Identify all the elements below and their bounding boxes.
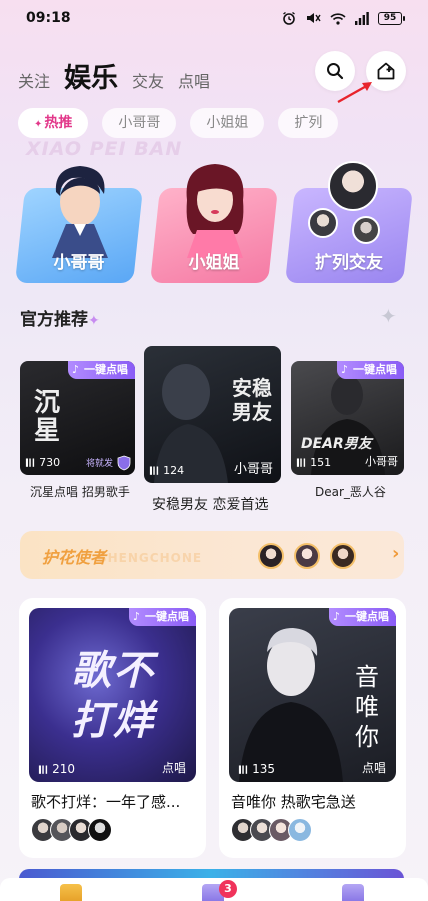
tab-entertainment[interactable]: 娱乐 bbox=[64, 56, 118, 95]
category-girls-card[interactable]: 小姐姐 bbox=[150, 164, 278, 283]
official-room-name[interactable]: 沉星点唱 招男歌手 bbox=[30, 483, 130, 500]
room-type-tag: 点唱 bbox=[361, 761, 386, 775]
red-arrow-annotation bbox=[337, 82, 372, 104]
status-icons: 95 bbox=[282, 11, 405, 25]
listener-count: 135 bbox=[239, 762, 275, 776]
room-cover: 音唯你 一键点唱 135 点唱 bbox=[229, 608, 396, 782]
category-expand-card[interactable]: 扩列交友 bbox=[285, 161, 413, 283]
tab-sing[interactable]: 点唱 bbox=[178, 68, 210, 92]
room-host-tag: 小哥哥 bbox=[365, 455, 398, 468]
room-art-text: DEAR男友 bbox=[301, 436, 372, 452]
room-art-text: 沉星 bbox=[34, 388, 61, 446]
category-boys-card[interactable]: 小哥哥 bbox=[15, 166, 143, 283]
guardian-title: 护花使者 bbox=[42, 548, 107, 567]
one-key-sing-badge: 一键点唱 bbox=[129, 608, 196, 626]
expand-avatar-large bbox=[328, 161, 378, 211]
chevron-right-icon: › bbox=[392, 543, 400, 564]
room-art-text: 音唯你 bbox=[355, 663, 379, 751]
listener-count: 124 bbox=[150, 464, 184, 477]
guardian-avatar bbox=[258, 543, 284, 569]
room-art-text: 歌不打烊 bbox=[71, 648, 155, 744]
expand-avatar-left bbox=[308, 208, 338, 238]
tab-friends[interactable]: 交友 bbox=[132, 68, 164, 92]
listener-count: 151 bbox=[297, 456, 331, 469]
room-type-tag: 点唱 bbox=[161, 761, 186, 775]
guardian-avatar bbox=[330, 543, 356, 569]
official-room-card[interactable]: 安稳男友 124 小哥哥 bbox=[144, 346, 281, 483]
chip-boys[interactable]: 小哥哥 bbox=[102, 108, 177, 138]
official-room-card[interactable]: 沉星 一键点唱 730 将就发 bbox=[20, 361, 135, 475]
official-room-card[interactable]: DEAR男友 一键点唱 151 小哥哥 bbox=[291, 361, 404, 475]
girl-avatar-illustration bbox=[186, 164, 244, 258]
room-art-text: 安稳男友 bbox=[232, 376, 272, 424]
expand-avatar-right bbox=[352, 216, 380, 244]
signal-icon bbox=[355, 11, 369, 25]
tab-home-icon[interactable] bbox=[60, 884, 82, 901]
home-add-icon bbox=[377, 62, 395, 80]
guardian-avatar bbox=[294, 543, 320, 569]
member-avatar bbox=[288, 818, 312, 842]
official-recommend-title: 官方推荐✦ bbox=[20, 310, 100, 330]
one-key-sing-badge: 一键点唱 bbox=[68, 361, 135, 379]
category-boys-label: 小哥哥 bbox=[53, 253, 105, 273]
room-host-tag: 将就发 bbox=[85, 459, 113, 469]
alarm-icon bbox=[283, 11, 295, 25]
category-expand-label: 扩列交友 bbox=[315, 253, 383, 273]
category-girls-label: 小姐姐 bbox=[188, 253, 240, 273]
room-host-tag: 小哥哥 bbox=[233, 462, 273, 477]
status-time: 09:18 bbox=[26, 10, 71, 26]
room-title: 歌不打烊：一年了感... bbox=[31, 793, 181, 811]
unread-badge: 3 bbox=[219, 880, 237, 898]
wifi-icon bbox=[330, 12, 346, 25]
room-card[interactable]: 歌不打烊 一键点唱 210 点唱 歌不打烊：一年了感... bbox=[19, 598, 206, 858]
status-bar: 09:18 95 bbox=[0, 0, 428, 36]
room-cover: 歌不打烊 一键点唱 210 点唱 bbox=[29, 608, 196, 782]
chip-expand[interactable]: 扩列 bbox=[278, 108, 339, 138]
guardian-banner[interactable]: 护花使者 SHENGCHONE › bbox=[20, 531, 404, 579]
one-key-sing-badge: 一键点唱 bbox=[329, 608, 396, 626]
listener-count: 730 bbox=[26, 456, 60, 469]
official-room-name[interactable]: Dear_恶人谷 bbox=[315, 483, 386, 500]
sub-tabs: 热推 小哥哥 小姐姐 扩列 bbox=[18, 108, 339, 138]
room-title: 音唯你 热歌宅急送 bbox=[231, 793, 356, 811]
watermark: XIAO PEI BAN bbox=[26, 138, 183, 160]
tab-profile-icon[interactable] bbox=[342, 884, 364, 901]
listener-count: 210 bbox=[39, 762, 75, 776]
top-tabs: 关注 娱乐 交友 点唱 bbox=[18, 56, 210, 95]
chip-girls[interactable]: 小姐姐 bbox=[190, 108, 265, 138]
sparkle-icon: ✦ bbox=[88, 313, 100, 329]
official-room-name[interactable]: 安稳男友 恋爱首选 bbox=[152, 494, 268, 514]
one-key-sing-badge: 一键点唱 bbox=[337, 361, 404, 379]
sparkle-decor-icon: ✦ bbox=[380, 304, 397, 328]
member-avatar bbox=[88, 818, 112, 842]
bottom-tab-bar bbox=[0, 878, 428, 901]
room-card[interactable]: 音唯你 一键点唱 135 点唱 音唯你 热歌宅急送 bbox=[219, 598, 406, 858]
battery-icon: 95 bbox=[378, 11, 405, 25]
boy-avatar-illustration bbox=[52, 166, 108, 258]
guardian-ghost-text: SHENGCHONE bbox=[98, 551, 203, 565]
mute-icon bbox=[307, 13, 321, 23]
chip-hot[interactable]: 热推 bbox=[18, 108, 89, 138]
shield-icon bbox=[117, 455, 131, 471]
tab-follow[interactable]: 关注 bbox=[18, 68, 50, 92]
